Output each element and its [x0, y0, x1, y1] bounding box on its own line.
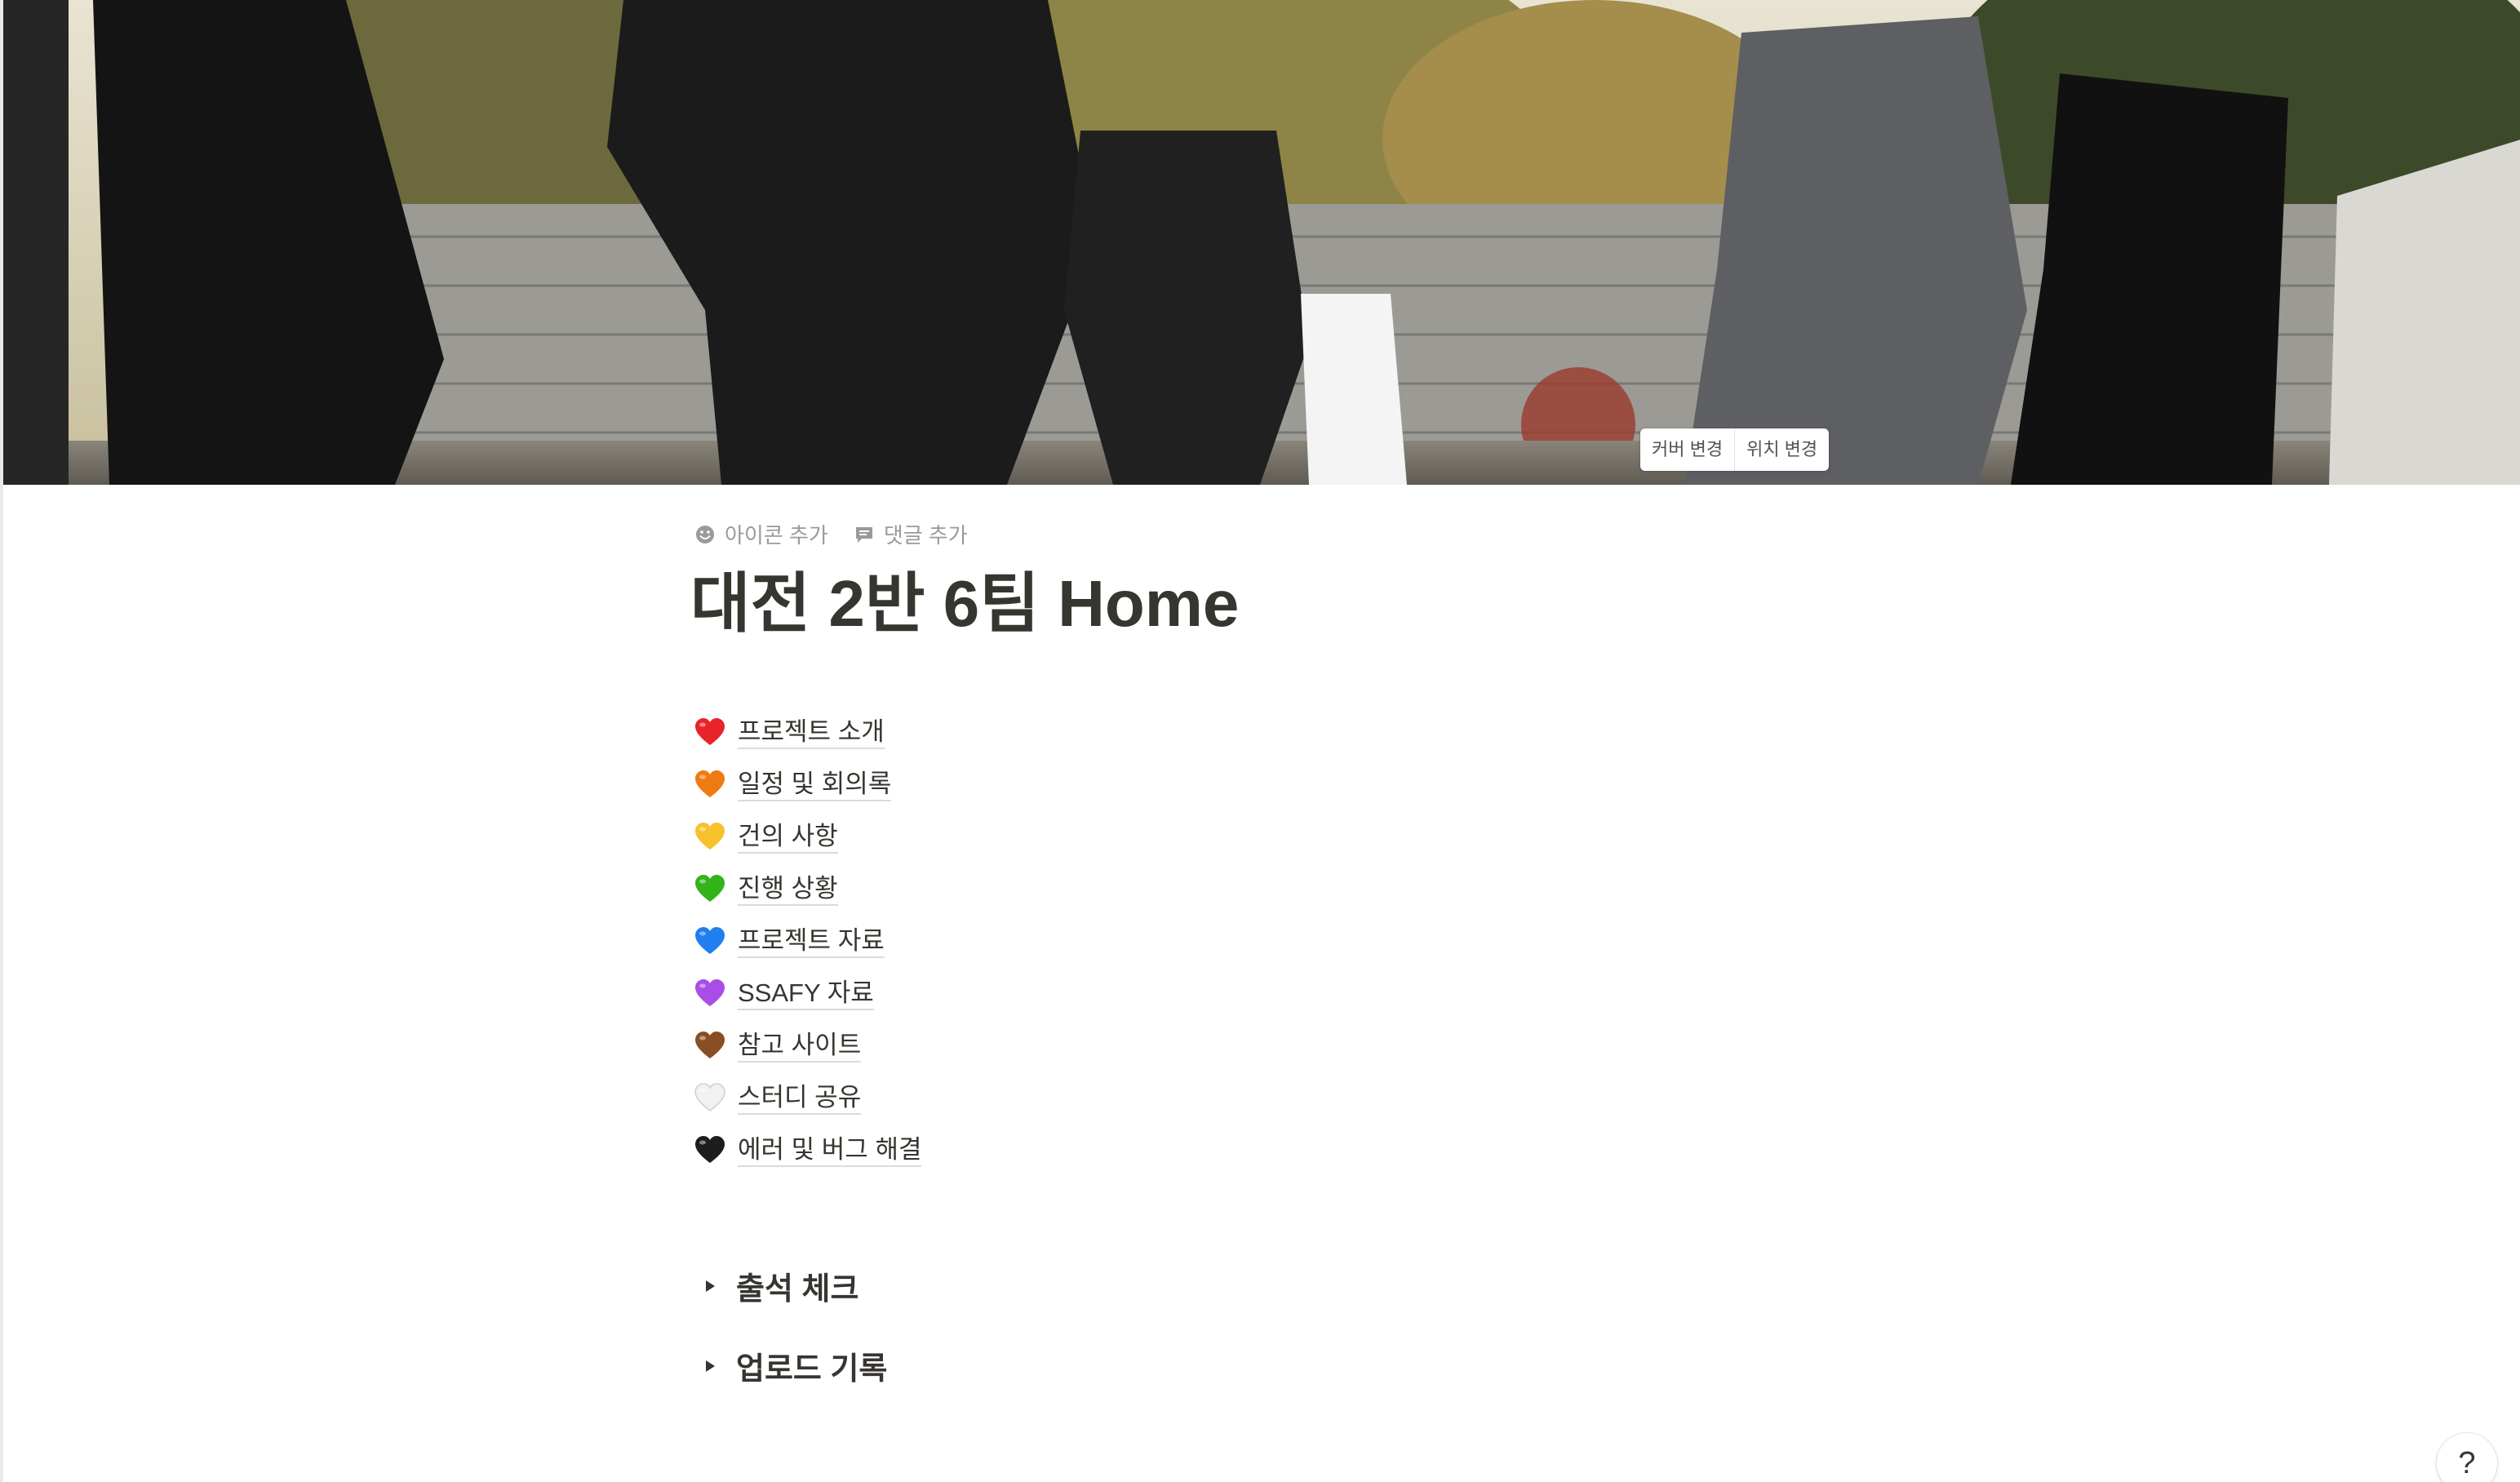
page-link-item[interactable]: 프로젝트 자료	[694, 916, 921, 968]
cover-controls: 커버 변경 위치 변경	[1640, 428, 1830, 471]
notion-page: 커버 변경 위치 변경 아이콘 추가 댓글 추가 대전 2반 6팀 Home 프…	[0, 0, 2520, 1482]
add-comment-label: 댓글 추가	[883, 523, 968, 548]
reposition-button[interactable]: 위치 변경	[1734, 428, 1829, 471]
page-link-item[interactable]: 프로젝트 소개	[694, 707, 921, 759]
brown-heart-icon	[695, 1032, 725, 1058]
black-heart-icon	[695, 1136, 725, 1163]
page-link-item[interactable]: 참고 사이트	[694, 1020, 921, 1072]
add-icon-label: 아이콘 추가	[725, 523, 828, 548]
page-link-label[interactable]: 스터디 공유	[738, 1082, 862, 1115]
blue-heart-icon	[695, 927, 725, 954]
toggle-label: 업로드 기록	[736, 1352, 888, 1387]
toggle-attendance[interactable]: 출석 체크	[694, 1263, 858, 1308]
toggle-label: 출석 체크	[736, 1272, 859, 1307]
add-comment-button[interactable]: 댓글 추가	[853, 519, 968, 549]
toggle-triangle-icon[interactable]	[694, 1350, 726, 1382]
cover-image[interactable]: 커버 변경 위치 변경	[3, 0, 2520, 485]
green-heart-icon	[695, 875, 725, 902]
toggle-upload-history[interactable]: 업로드 기록	[694, 1343, 887, 1388]
page-link-item[interactable]: 스터디 공유	[694, 1072, 921, 1125]
yellow-heart-icon	[695, 823, 725, 850]
help-button[interactable]: ?	[2437, 1433, 2497, 1482]
page-link-item[interactable]: 진행 상황	[694, 863, 921, 916]
page-link-label[interactable]: 건의 사항	[738, 821, 838, 854]
page-link-item[interactable]: 건의 사항	[694, 811, 921, 863]
page-link-label[interactable]: 진행 상황	[738, 873, 838, 906]
smiley-icon	[696, 525, 714, 544]
page-link-item[interactable]: 일정 및 회의록	[694, 759, 921, 811]
red-heart-icon	[695, 718, 725, 745]
page-link-label[interactable]: 에러 및 버그 해결	[738, 1134, 922, 1167]
page-link-item[interactable]: 에러 및 버그 해결	[694, 1125, 922, 1177]
page-link-label[interactable]: 프로젝트 자료	[738, 925, 885, 958]
change-cover-button[interactable]: 커버 변경	[1640, 428, 1734, 471]
page-link-label[interactable]: SSAFY 자료	[738, 978, 874, 1010]
page-controls: 아이콘 추가 댓글 추가	[694, 519, 968, 549]
comment-icon	[855, 526, 872, 543]
orange-heart-icon	[695, 770, 725, 797]
page-link-list: 프로젝트 소개일정 및 회의록건의 사항진행 상황프로젝트 자료 SSAFY 자료…	[694, 707, 922, 1177]
white-heart-icon	[694, 1083, 725, 1112]
page-title[interactable]: 대전 2반 6팀 Home	[690, 563, 1239, 645]
page-link-label[interactable]: 참고 사이트	[738, 1030, 862, 1063]
page-link-label[interactable]: 프로젝트 소개	[738, 717, 885, 749]
purple-heart-icon	[695, 979, 725, 1006]
cover-photo	[3, 0, 2520, 485]
toggle-triangle-icon[interactable]	[694, 1270, 726, 1302]
page-link-label[interactable]: 일정 및 회의록	[738, 769, 892, 801]
add-icon-button[interactable]: 아이콘 추가	[694, 519, 828, 549]
page-link-item[interactable]: SSAFY 자료	[694, 968, 921, 1020]
